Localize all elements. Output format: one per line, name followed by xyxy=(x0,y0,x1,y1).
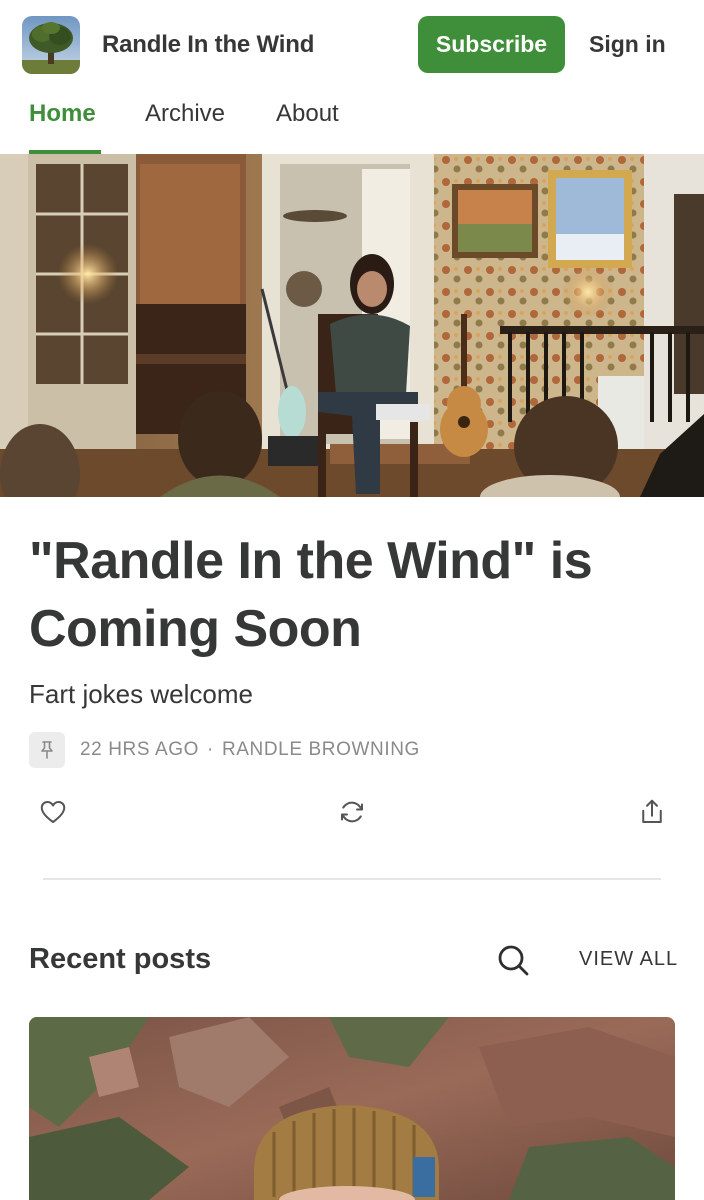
recent-posts-heading: Recent posts xyxy=(29,943,212,975)
meta-separator: · xyxy=(207,739,214,760)
site-name[interactable]: Randle In the Wind xyxy=(102,31,314,59)
share-button[interactable] xyxy=(637,797,667,827)
post-subtitle: Fart jokes welcome xyxy=(29,679,253,709)
restack-icon xyxy=(341,801,363,823)
heart-icon xyxy=(40,801,66,823)
tab-home[interactable]: Home xyxy=(29,100,96,128)
nav-tabs: Home Archive About xyxy=(0,90,704,154)
view-all-link[interactable]: VIEW ALL xyxy=(579,948,678,971)
site-logo[interactable] xyxy=(22,16,80,74)
sign-in-link[interactable]: Sign in xyxy=(589,31,666,58)
post-author[interactable]: RANDLE BROWNING xyxy=(222,739,420,760)
search-button[interactable] xyxy=(495,942,531,978)
recent-post-image[interactable] xyxy=(29,1017,675,1200)
search-icon xyxy=(498,945,529,976)
living-room-concert-photo xyxy=(0,154,704,497)
restack-button[interactable] xyxy=(337,797,367,827)
post-meta-text: 22 HRS AGO · RANDLE BROWNING xyxy=(80,739,420,761)
tab-about[interactable]: About xyxy=(276,100,339,128)
beanie-portrait-canyon-photo xyxy=(29,1017,675,1200)
post-meta: 22 HRS AGO · RANDLE BROWNING xyxy=(29,731,420,769)
site-header: Randle In the Wind Subscribe Sign in xyxy=(0,0,704,90)
share-icon xyxy=(642,799,662,823)
post-time: 22 HRS AGO xyxy=(80,739,199,760)
pin-icon xyxy=(29,732,65,768)
tab-archive[interactable]: Archive xyxy=(145,100,225,128)
section-divider xyxy=(43,878,661,880)
hero-image[interactable] xyxy=(0,154,704,497)
post-title[interactable]: "Randle In the Wind" is Coming Soon xyxy=(29,527,679,663)
like-button[interactable] xyxy=(38,797,68,827)
tree-logo-icon xyxy=(22,16,80,74)
subscribe-button[interactable]: Subscribe xyxy=(418,16,565,73)
